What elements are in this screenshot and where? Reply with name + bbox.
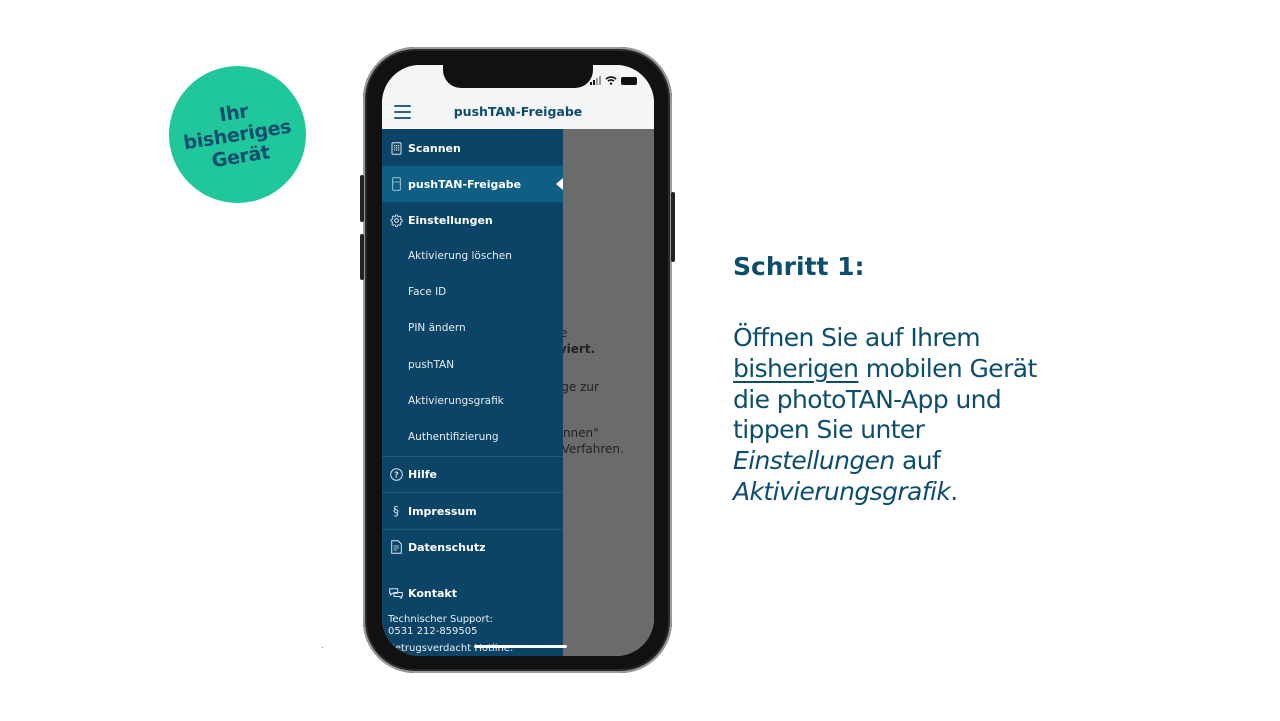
menu-item-pushtan[interactable]: pushTAN <box>382 347 563 383</box>
document-icon <box>382 540 408 554</box>
instruction-fragment: mobilen Gerät <box>858 353 1038 383</box>
phone-notch <box>443 64 593 88</box>
instruction-fragment: . <box>950 476 958 506</box>
menu-item-authentifizierung[interactable]: Authentifizierung <box>382 419 563 455</box>
svg-text:?: ? <box>394 470 399 479</box>
phone-mute-switch <box>360 175 364 222</box>
menu-item-label: Aktivierungsgrafik <box>408 395 504 407</box>
dimmed-page-content: die tiviert. räge zur cannen" N-Verfahre… <box>549 129 654 656</box>
wifi-icon <box>605 76 617 85</box>
menu-item-aktivierungsgrafik[interactable]: Aktivierungsgrafik <box>382 383 563 419</box>
menu-item-label: Einstellungen <box>408 213 493 227</box>
phone-icon <box>382 177 408 191</box>
menu-item-label: PIN ändern <box>408 322 466 334</box>
menu-item-label: Datenschutz <box>408 540 486 554</box>
active-indicator-icon <box>556 178 563 190</box>
support-phone-link[interactable]: 0531 212-859505 <box>388 626 478 638</box>
menu-item-label: Hilfe <box>408 467 437 481</box>
menu-item-label: Kontakt <box>408 586 457 600</box>
help-circle-icon: ? <box>382 467 408 481</box>
menu-item-einstellungen[interactable]: Einstellungen <box>382 202 563 238</box>
navigation-drawer: Scannen pushTAN-Freigabe Einstellungen A… <box>382 129 563 656</box>
italic-term: Einstellungen <box>733 446 895 476</box>
home-indicator[interactable] <box>474 645 567 648</box>
menu-item-label: pushTAN <box>408 359 455 371</box>
paragraph-icon: § <box>393 504 399 518</box>
instruction-fragment: auf <box>894 446 941 476</box>
menu-item-face-id[interactable]: Face ID <box>382 274 563 310</box>
menu-item-label: pushTAN-Freigabe <box>408 177 522 191</box>
menu-item-aktivierung-loeschen[interactable]: Aktivierung löschen <box>382 238 563 274</box>
menu-item-label: Aktivierung löschen <box>408 250 512 262</box>
phone-power-button <box>671 192 675 262</box>
instruction-line: Öffnen Sie auf Ihrem <box>733 323 981 352</box>
device-badge: Ihr bisheriges Gerät <box>169 66 306 203</box>
menu-item-label: Face ID <box>408 286 447 298</box>
stray-dot <box>322 647 323 648</box>
menu-item-scannen[interactable]: Scannen <box>382 130 563 166</box>
header-title: pushTAN-Freigabe <box>453 104 583 119</box>
menu-item-datenschutz[interactable]: Datenschutz <box>382 529 563 565</box>
menu-item-pushtan-freigabe[interactable]: pushTAN-Freigabe <box>382 166 563 202</box>
instruction-text: Öffnen Sie auf Ihrem bisherigen mobilen … <box>733 323 1073 508</box>
italic-term: Aktivierungsgrafik <box>733 476 951 506</box>
menu-item-hilfe[interactable]: ? Hilfe <box>382 456 563 492</box>
badge-text: Ihr bisheriges Gerät <box>179 93 297 175</box>
support-label: Technischer Support: <box>388 614 493 625</box>
menu-item-impressum[interactable]: § Impressum <box>382 493 563 529</box>
menu-item-kontakt[interactable]: Kontakt <box>382 575 563 611</box>
signal-bars-icon <box>590 76 601 85</box>
phone-screen: pushTAN-Freigabe die tiviert. räge zur c… <box>382 65 654 656</box>
menu-item-label: Impressum <box>408 504 477 518</box>
instruction-line: die photoTAN-App und <box>733 384 1002 414</box>
gear-icon <box>382 214 408 227</box>
scanner-icon <box>382 141 408 155</box>
instruction-line: Einstellungen auf <box>733 446 1073 477</box>
step-title: Schritt 1: <box>733 252 865 281</box>
menu-item-label: Scannen <box>408 141 461 155</box>
status-bar <box>590 76 637 85</box>
instruction-line: tippen Sie unter <box>733 415 925 445</box>
chat-bubbles-icon <box>382 587 408 599</box>
menu-item-pin-aendern[interactable]: PIN ändern <box>382 310 563 346</box>
menu-item-label: Authentifizierung <box>408 431 499 443</box>
instruction-line: bisherigen mobilen Gerät <box>733 354 1073 385</box>
underlined-word: bisherigen <box>733 353 859 383</box>
phone-volume-button <box>360 234 364 280</box>
instruction-line: Aktivierungsgrafik. <box>733 477 1073 508</box>
battery-icon <box>621 76 637 85</box>
